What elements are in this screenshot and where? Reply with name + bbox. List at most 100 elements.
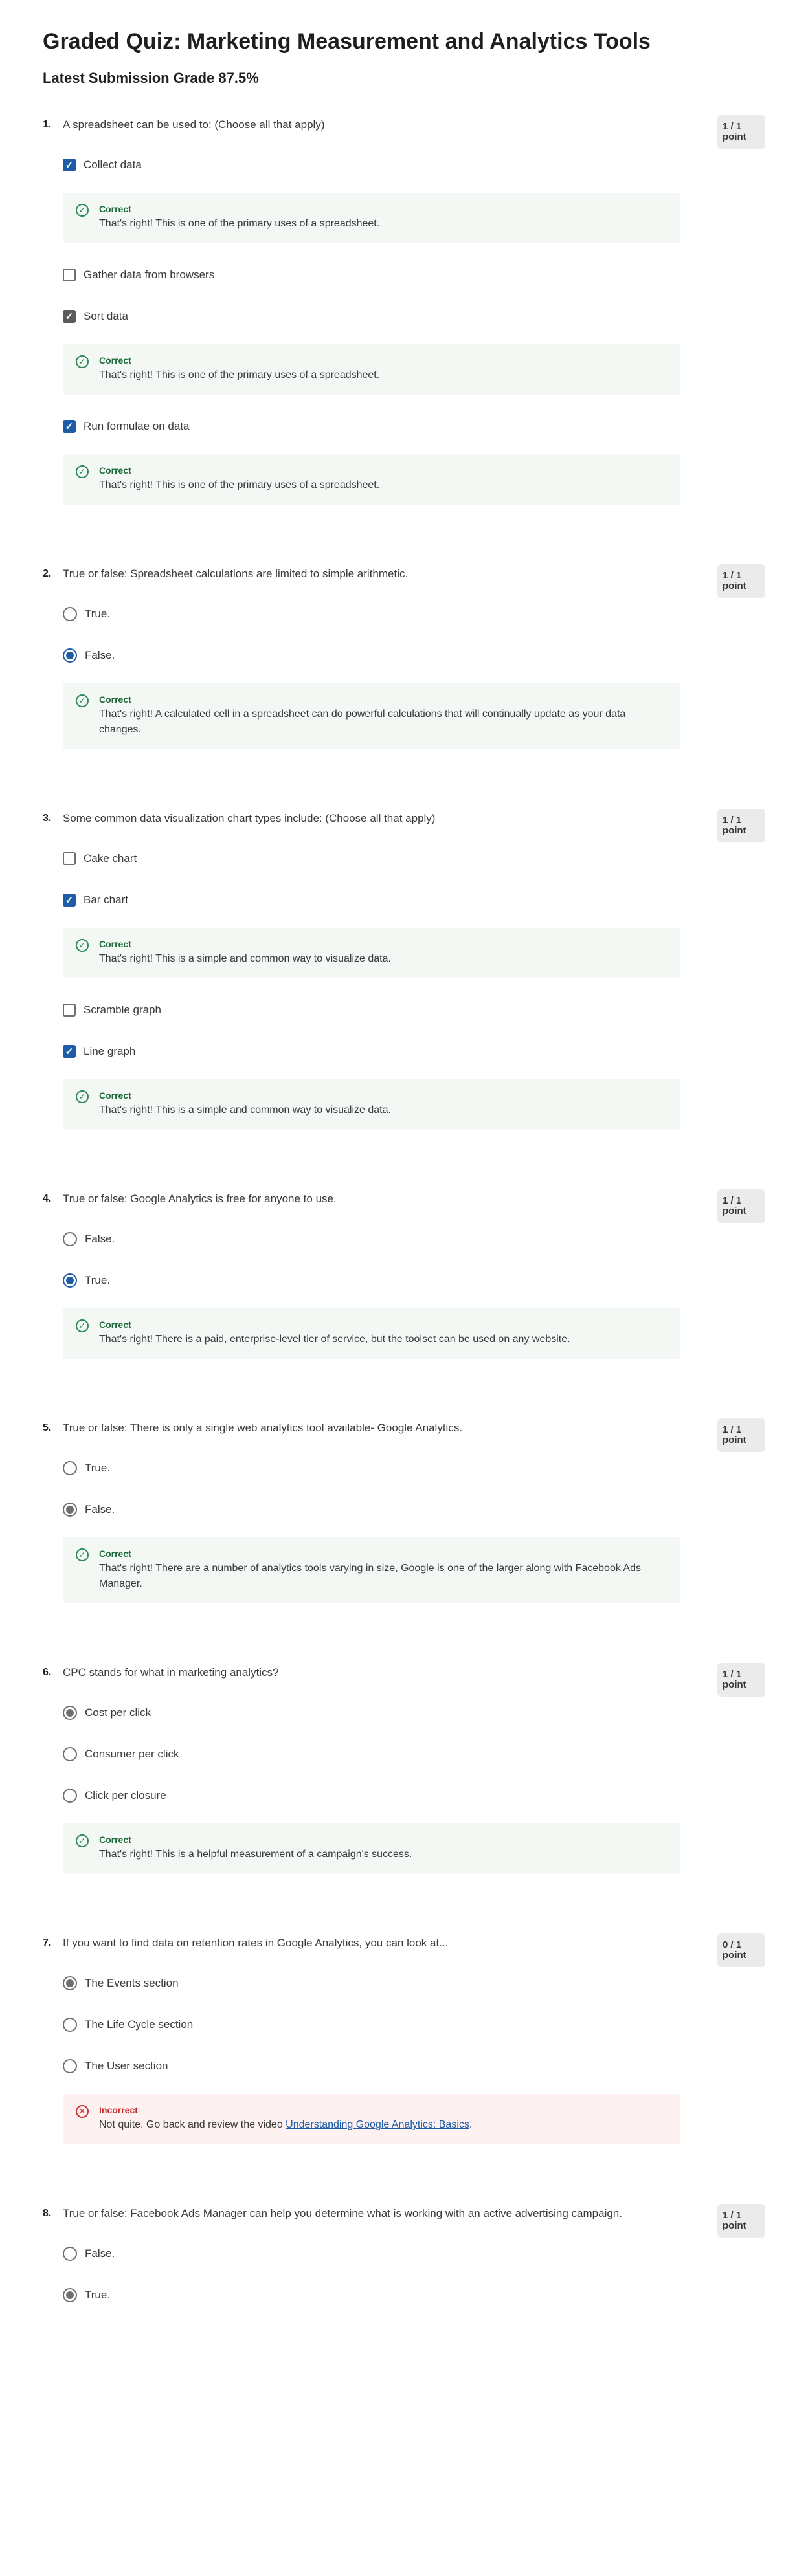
checkbox[interactable]: ✓ [63, 420, 76, 433]
checkbox[interactable] [63, 1004, 76, 1017]
radio-option[interactable]: True. [63, 1459, 765, 1478]
feedback-correct: ✓ Correct That's right! This is a helpful … [63, 1823, 680, 1874]
option-label: Scramble graph [84, 1004, 162, 1016]
checkbox-option[interactable]: ✓ Line graph [63, 1042, 765, 1061]
radio-button[interactable] [63, 2288, 77, 2302]
radio-button[interactable] [63, 1789, 77, 1803]
radio-option[interactable]: Consumer per click [63, 1745, 765, 1764]
option-label: Collect data [84, 159, 142, 171]
checkmark-icon: ✓ [65, 311, 74, 322]
feedback-body: Correct That's right! This is one of the … [99, 355, 669, 383]
question-header: 7. If you want to find data on retention … [43, 1930, 765, 1967]
option-label: False. [85, 1233, 115, 1245]
radio-option[interactable]: True. [63, 1271, 765, 1290]
checkbox[interactable]: ✓ [63, 1045, 76, 1058]
check-circle-icon: ✓ [76, 1090, 89, 1103]
radio-option[interactable]: The Events section [63, 1974, 765, 1993]
feedback-text: That's right! This is a simple and commo… [99, 1105, 391, 1116]
checkbox[interactable] [63, 852, 76, 865]
feedback-text: Not quite. Go back and review the video [99, 2119, 286, 2130]
radio-button[interactable] [63, 1273, 77, 1288]
question-spacer [43, 2144, 765, 2200]
radio-option[interactable]: False. [63, 1229, 765, 1249]
option-label: Run formulae on data [84, 420, 190, 432]
feedback-text-end: . [469, 2119, 473, 2130]
radio-button[interactable] [63, 1232, 77, 1246]
check-circle-icon: ✓ [76, 939, 89, 952]
radio-button[interactable] [63, 1747, 77, 1761]
radio-button[interactable] [63, 2018, 77, 2032]
radio-button[interactable] [63, 1461, 77, 1475]
checkbox-option[interactable]: ✓ Bar chart [63, 890, 765, 910]
feedback-body: Incorrect Not quite. Go back and review t… [99, 2104, 669, 2133]
option-label: Line graph [84, 1045, 136, 1057]
question-spacer [43, 1359, 765, 1415]
points-badge: 1 / 1 point [717, 1189, 765, 1223]
checkbox[interactable]: ✓ [63, 894, 76, 907]
radio-option[interactable]: False. [63, 1500, 765, 1519]
question-number: 5. [43, 1422, 52, 1433]
feedback-message: Not quite. Go back and review the video … [99, 2117, 669, 2133]
points-badge: 1 / 1 point [717, 564, 765, 598]
question-7: 7. If you want to find data on retention … [43, 1930, 765, 2144]
x-circle-icon: ✕ [76, 2105, 89, 2118]
radio-option[interactable]: True. [63, 2285, 765, 2305]
video-link[interactable]: Understanding Google Analytics: Basics [286, 2119, 469, 2130]
radio-option[interactable]: Click per closure [63, 1786, 765, 1805]
radio-option[interactable]: The User section [63, 2056, 765, 2076]
radio-button[interactable] [63, 607, 77, 621]
radio-button[interactable] [63, 2247, 77, 2261]
option-label: The Life Cycle section [85, 2018, 194, 2031]
checkbox-option[interactable]: ✓ Sort data [63, 307, 765, 326]
points-badge: 1 / 1 point [717, 1418, 765, 1452]
submission-grade: Latest Submission Grade 87.5% [43, 70, 259, 86]
feedback-title: Correct [99, 694, 131, 705]
radio-dot [66, 1709, 74, 1717]
feedback-title: Incorrect [99, 2105, 138, 2115]
feedback-correct: ✓ Correct That's right! This is one of the… [63, 454, 680, 505]
checkbox-option[interactable]: ✓ Run formulae on data [63, 417, 765, 436]
radio-option[interactable]: False. [63, 646, 765, 665]
checkbox-option[interactable]: ✓ Collect data [63, 155, 765, 175]
feedback-message: That's right! This is a helpful measurem… [99, 1847, 669, 1862]
checkbox[interactable]: ✓ [63, 159, 76, 171]
checkbox-option[interactable]: Gather data from browsers [63, 265, 765, 285]
question-8: 8. True or false: Facebook Ads Manager ca… [43, 2200, 765, 2305]
question-5: 5. True or false: There is only a single … [43, 1415, 765, 1603]
question-number: 6. [43, 1667, 52, 1678]
check-circle-icon: ✓ [76, 694, 89, 707]
checkbox[interactable] [63, 269, 76, 281]
check-circle-icon: ✓ [76, 465, 89, 478]
radio-button[interactable] [63, 648, 77, 663]
question-1: 1. A spreadsheet can be used to: (Choose … [43, 111, 765, 505]
option-label: False. [85, 649, 115, 661]
checkbox-option[interactable]: Cake chart [63, 849, 765, 868]
checkbox-option[interactable]: Scramble graph [63, 1000, 765, 1020]
checkbox[interactable]: ✓ [63, 310, 76, 323]
option-label: False. [85, 1503, 115, 1515]
feedback-body: Correct That's right! A calculated cell i… [99, 694, 669, 738]
question-text: True or false: Google Analytics is free … [63, 1193, 337, 1205]
feedback-body: Correct That's right! This is a simple an… [99, 1090, 669, 1118]
check-circle-icon: ✓ [76, 204, 89, 217]
radio-button[interactable] [63, 1976, 77, 1990]
check-circle-icon: ✓ [76, 1834, 89, 1847]
feedback-incorrect: ✕ Incorrect Not quite. Go back and review … [63, 2094, 680, 2144]
option-label: The Events section [85, 1977, 179, 1989]
radio-button[interactable] [63, 1706, 77, 1720]
radio-option[interactable]: False. [63, 2244, 765, 2263]
radio-option[interactable]: Cost per click [63, 1703, 765, 1723]
radio-button[interactable] [63, 2059, 77, 2073]
feedback-title: Correct [99, 1090, 131, 1101]
feedback-text: That's right! There is a paid, enterpris… [99, 1334, 570, 1345]
feedback-message: That's right! This is one of the primary… [99, 478, 669, 493]
option-label: Sort data [84, 310, 128, 322]
option-label: The User section [85, 2060, 168, 2072]
feedback-correct: ✓ Correct That's right! There are a number… [63, 1537, 680, 1603]
feedback-correct: ✓ Correct That's right! A calculated cell … [63, 683, 680, 749]
radio-option[interactable]: The Life Cycle section [63, 2015, 765, 2034]
feedback-text: That's right! This is one of the primary… [99, 369, 380, 380]
radio-button[interactable] [63, 1503, 77, 1517]
radio-option[interactable]: True. [63, 604, 765, 624]
feedback-title: Correct [99, 465, 131, 476]
